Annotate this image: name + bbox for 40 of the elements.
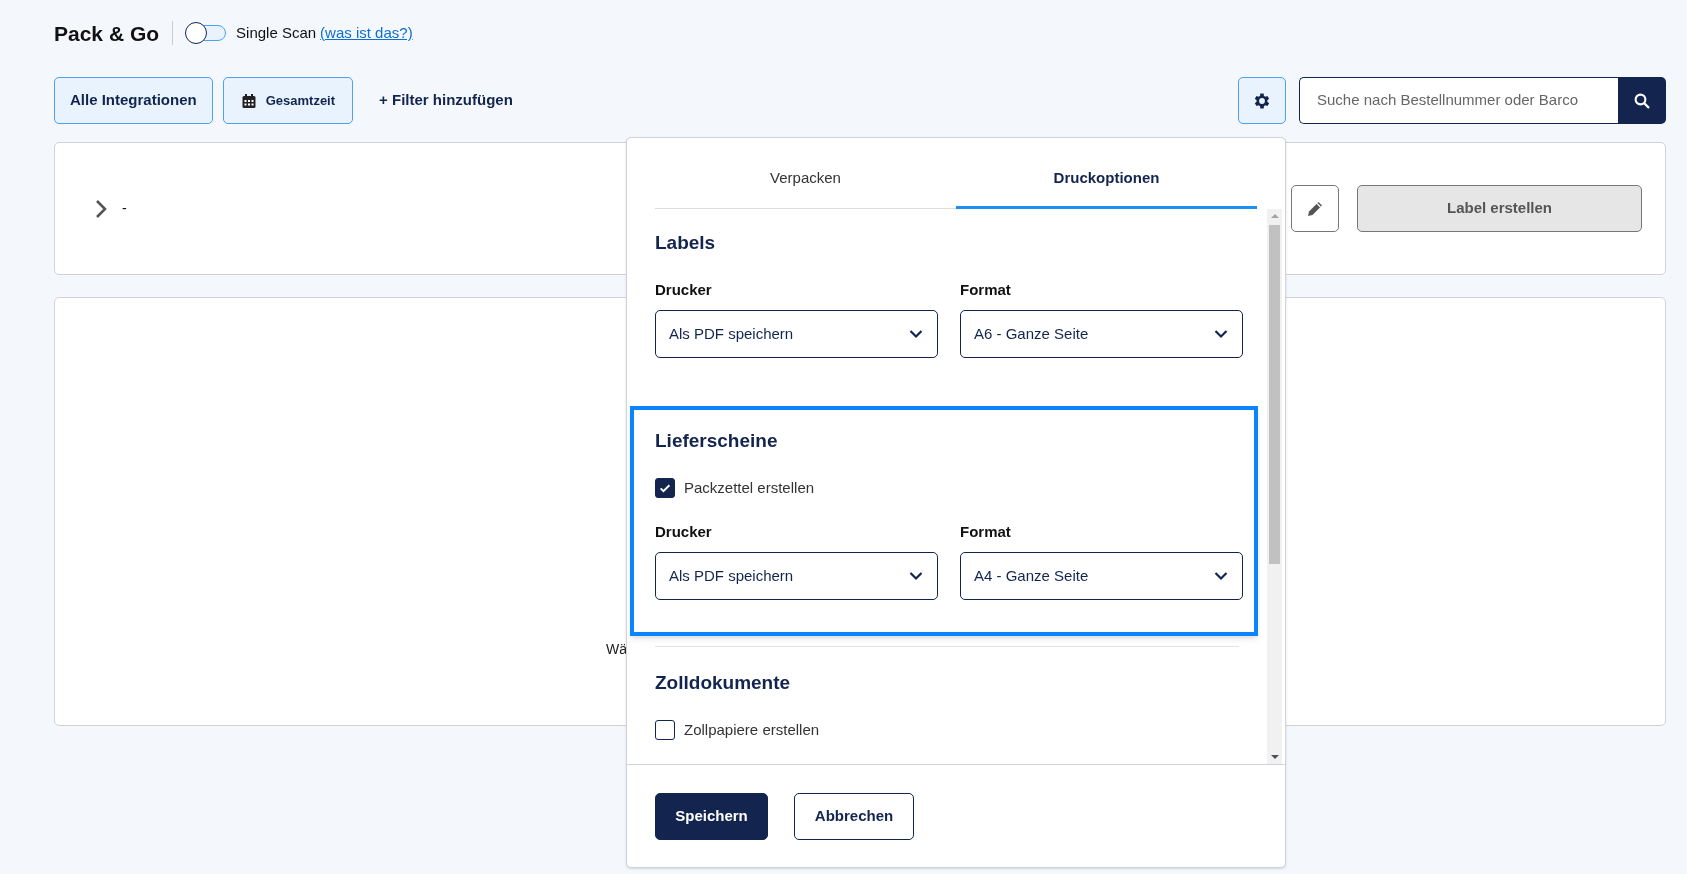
section-heading: Labels: [655, 231, 717, 255]
dropdown[interactable]: A6 - Ganze Seite: [960, 310, 1243, 358]
chevron-down-icon: [1214, 571, 1228, 581]
chevron-down-icon: [1214, 329, 1228, 339]
order-text: -: [122, 199, 127, 218]
expand-chevron-icon[interactable]: [95, 198, 107, 219]
settings-button[interactable]: [1238, 77, 1286, 124]
toggle-switch[interactable]: [186, 25, 227, 41]
checkbox[interactable]: [655, 720, 675, 740]
field-label: Format: [960, 523, 1012, 541]
dropdown[interactable]: Als PDF speichern: [655, 310, 938, 358]
checkbox-label: Zollpapiere erstellen: [684, 719, 820, 740]
toggle-label: Single Scan: [236, 22, 317, 43]
chevron-down-icon: [909, 329, 923, 339]
page-title: Pack & Go: [54, 22, 160, 44]
section-heading: Zolldokumente: [655, 671, 792, 695]
tab[interactable]: Druckoptionen: [956, 151, 1257, 209]
checkbox-label: Packzettel erstellen: [684, 477, 815, 498]
edit-button[interactable]: [1291, 185, 1339, 232]
search-button[interactable]: [1618, 77, 1666, 124]
checkbox[interactable]: [655, 478, 675, 498]
field-label: Drucker: [655, 281, 713, 299]
save-button[interactable]: Speichern: [655, 792, 768, 840]
add-filter-button[interactable]: + Filter hinzufügen: [379, 89, 513, 112]
search-field[interactable]: Suche nach Bestellnummer oder Barco: [1299, 77, 1618, 124]
field-label: Format: [960, 281, 1012, 299]
help-link[interactable]: (was ist das?): [320, 21, 413, 45]
filter-button[interactable]: Gesamtzeit: [222, 77, 354, 124]
dropdown[interactable]: A4 - Ganze Seite: [960, 552, 1243, 600]
section-heading: Lieferscheine: [655, 429, 779, 453]
filter-button[interactable]: Alle Integrationen: [54, 77, 213, 124]
empty-state-text: Wä: [606, 640, 627, 659]
cancel-button[interactable]: Abbrechen: [794, 792, 914, 840]
dropdown[interactable]: Als PDF speichern: [655, 552, 938, 600]
field-label: Drucker: [655, 523, 713, 541]
search-icon: [1633, 91, 1651, 110]
chevron-down-icon: [909, 571, 923, 581]
calendar-icon: [240, 92, 257, 109]
scrollbar[interactable]: [1267, 209, 1282, 764]
tab[interactable]: Verpacken: [655, 151, 956, 209]
